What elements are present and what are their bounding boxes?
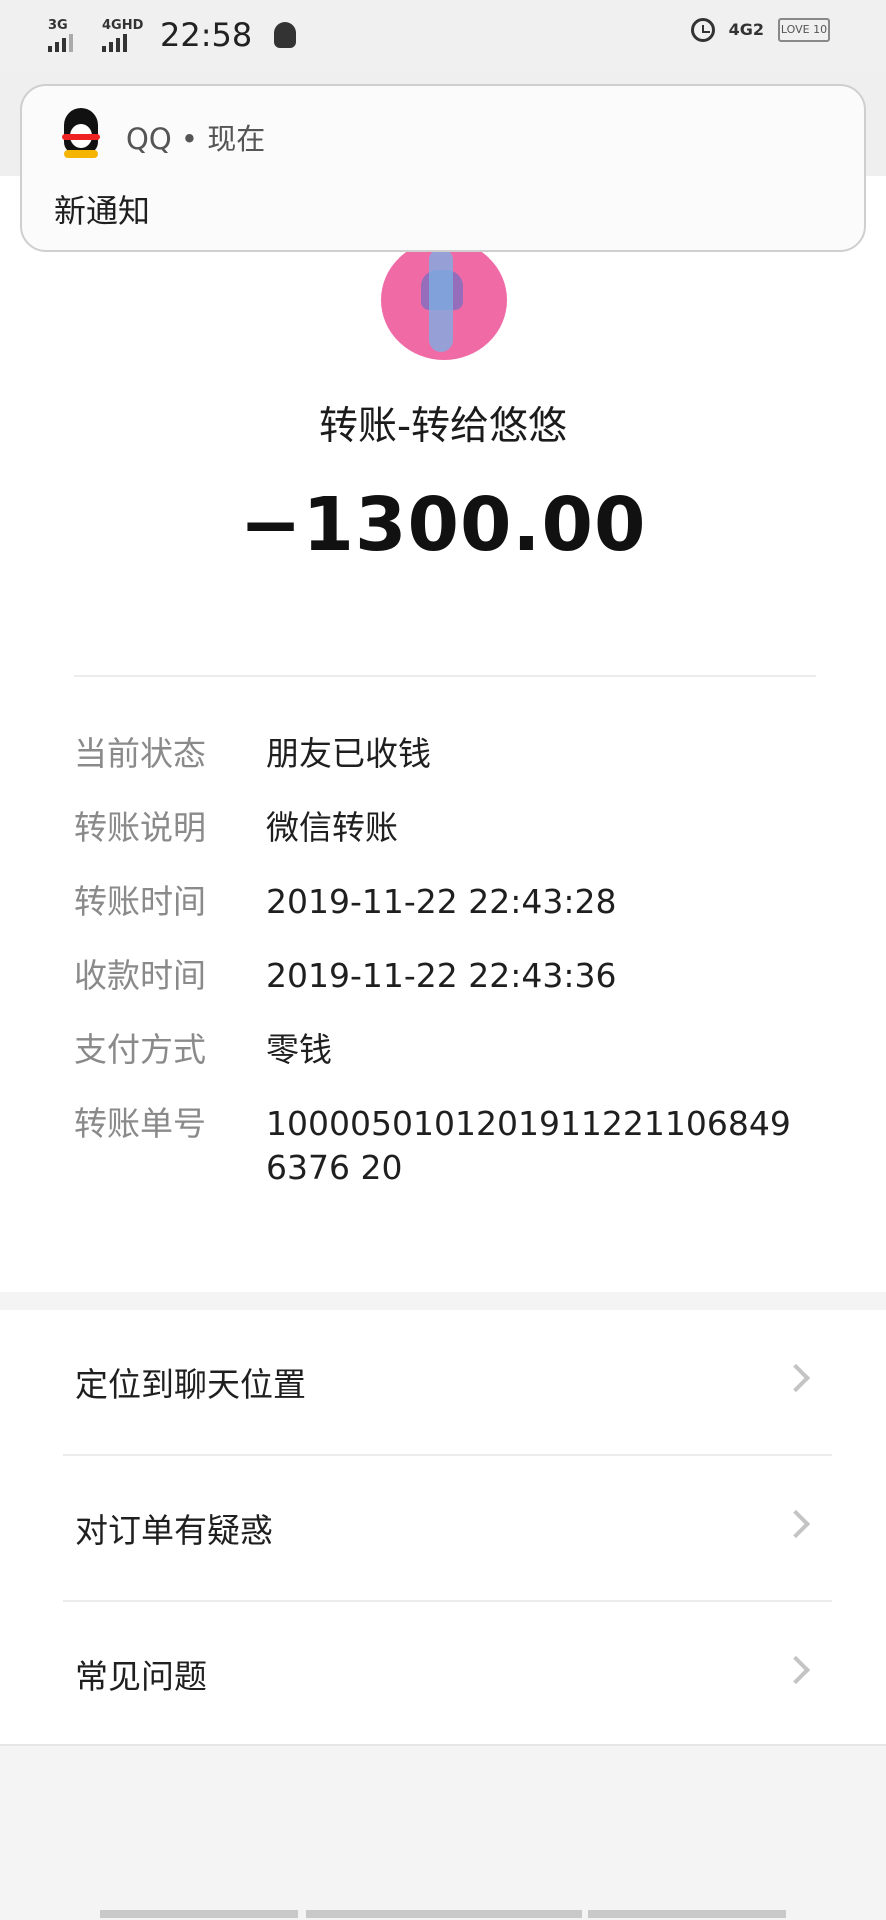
notification-text: 新通知 xyxy=(54,192,151,230)
avatar-figure xyxy=(429,248,453,352)
chevron-right-icon xyxy=(781,1655,811,1685)
detail-row-status: 当前状态 朋友已收钱 xyxy=(74,732,834,776)
battery-icon: LOVE 10 xyxy=(778,18,830,42)
detail-value: 2019-11-22 22:43:28 xyxy=(266,882,617,921)
alarm-icon xyxy=(690,18,715,42)
qq-logo-icon xyxy=(58,108,104,158)
detail-label: 转账时间 xyxy=(74,882,206,921)
signal-icon: 3G xyxy=(48,18,88,52)
detail-value: 微信转账 xyxy=(266,808,398,847)
detail-label: 收款时间 xyxy=(74,956,206,995)
section-gap xyxy=(0,1292,886,1310)
detail-value: 零钱 xyxy=(266,1030,332,1069)
avatar[interactable] xyxy=(381,240,507,360)
transfer-title: 转账-转给悠悠 xyxy=(318,404,568,449)
signal-type-label: 4GHD xyxy=(102,18,144,33)
menu-item-locate-chat[interactable]: 定位到聊天位置 xyxy=(63,1310,832,1454)
status-bar: 3G 4GHD 22:58 4G2 LOVE 10 xyxy=(0,0,886,72)
menu-item-order-question[interactable]: 对订单有疑惑 xyxy=(63,1454,832,1600)
signal-icon: 4GHD xyxy=(102,18,144,52)
navigation-bar xyxy=(0,1910,886,1920)
detail-label: 支付方式 xyxy=(74,1030,206,1069)
transfer-amount: −1300.00 xyxy=(239,482,647,568)
notification-banner[interactable]: QQ • 现在 新通知 xyxy=(20,84,866,252)
detail-row-receive-time: 收款时间 2019-11-22 22:43:36 xyxy=(74,954,834,998)
detail-label: 转账说明 xyxy=(74,808,206,847)
detail-value[interactable]: 10000501012019112211068496376 20 xyxy=(266,1102,806,1190)
menu-item-label: 定位到聊天位置 xyxy=(75,1365,306,1404)
nav-bar-segment[interactable] xyxy=(306,1910,582,1918)
chevron-right-icon xyxy=(781,1363,811,1393)
detail-value: 朋友已收钱 xyxy=(266,734,431,773)
detail-row-note: 转账说明 微信转账 xyxy=(74,806,834,850)
detail-row-payment-method: 支付方式 零钱 xyxy=(74,1028,834,1072)
divider xyxy=(74,675,816,677)
menu-item-label: 对订单有疑惑 xyxy=(75,1511,273,1550)
chevron-right-icon xyxy=(781,1509,811,1539)
detail-label: 转账单号 xyxy=(74,1104,206,1143)
network-icon: 4G2 xyxy=(728,20,764,39)
qq-status-icon xyxy=(274,22,297,48)
clock: 22:58 xyxy=(160,16,253,54)
detail-value: 2019-11-22 22:43:36 xyxy=(266,956,617,995)
detail-list: 当前状态 朋友已收钱 转账说明 微信转账 转账时间 2019-11-22 22:… xyxy=(74,732,834,1220)
detail-row-order-number: 转账单号 10000501012019112211068496376 20 xyxy=(74,1102,834,1190)
detail-row-transfer-time: 转账时间 2019-11-22 22:43:28 xyxy=(74,880,834,924)
nav-bar-segment[interactable] xyxy=(588,1910,786,1918)
nav-bar-segment[interactable] xyxy=(100,1910,298,1918)
detail-label: 当前状态 xyxy=(74,734,206,773)
notification-app-name: QQ • 现在 xyxy=(126,122,266,156)
menu-item-faq[interactable]: 常见问题 xyxy=(63,1600,832,1746)
menu-item-label: 常见问题 xyxy=(75,1657,207,1696)
signal-type-label: 3G xyxy=(48,18,68,33)
action-menu: 定位到聊天位置 对订单有疑惑 常见问题 xyxy=(0,1310,886,1744)
divider xyxy=(0,1744,886,1746)
